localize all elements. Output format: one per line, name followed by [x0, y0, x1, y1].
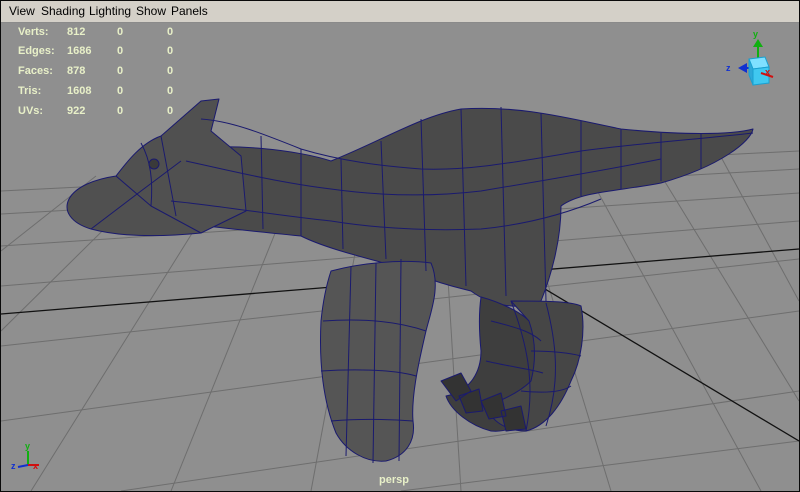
menu-view[interactable]: View: [7, 3, 37, 20]
hud-value-component: 0: [167, 85, 174, 97]
view-cube-axis-z-label: z: [726, 63, 731, 73]
view-cube-axis-y-label: y: [753, 29, 758, 39]
origin-axis-z-label: z: [11, 461, 16, 471]
hud-value-object: 1608: [67, 85, 92, 97]
panel-menubar: View Shading Lighting Show Panels: [1, 1, 799, 23]
hud-label: Edges:: [18, 45, 55, 57]
menu-show[interactable]: Show: [134, 3, 168, 20]
hud-value-object: 812: [67, 26, 86, 38]
hud-value-object: 878: [67, 65, 86, 77]
hud-value-selected: 0: [117, 26, 124, 38]
hud-label: Faces:: [18, 65, 53, 77]
hud-value-selected: 0: [117, 45, 124, 57]
hud-value-selected: 0: [117, 105, 124, 117]
hud-value-selected: 0: [117, 85, 124, 97]
hud-value-object: 922: [67, 105, 86, 117]
hud-value-component: 0: [167, 26, 174, 38]
origin-axis-y-label: y: [25, 441, 30, 451]
view-cube-axis-x-label: x: [765, 67, 770, 77]
menu-shading[interactable]: Shading: [39, 3, 87, 20]
hud-label: Tris:: [18, 85, 42, 97]
hud-value-object: 1686: [67, 45, 92, 57]
hud-value-component: 0: [167, 105, 174, 117]
hud-value-component: 0: [167, 65, 174, 77]
hud-value-component: 0: [167, 45, 174, 57]
camera-name-label: persp: [379, 474, 409, 486]
menu-lighting[interactable]: Lighting: [87, 3, 133, 20]
hud-value-selected: 0: [117, 65, 124, 77]
maya-viewport-panel: View Shading Lighting Show Panels y z x …: [0, 0, 800, 492]
menu-panels[interactable]: Panels: [169, 3, 210, 20]
hud-label: Verts:: [18, 26, 49, 38]
origin-axis-x-label: x: [33, 461, 38, 471]
hud-label: UVs:: [18, 105, 44, 117]
